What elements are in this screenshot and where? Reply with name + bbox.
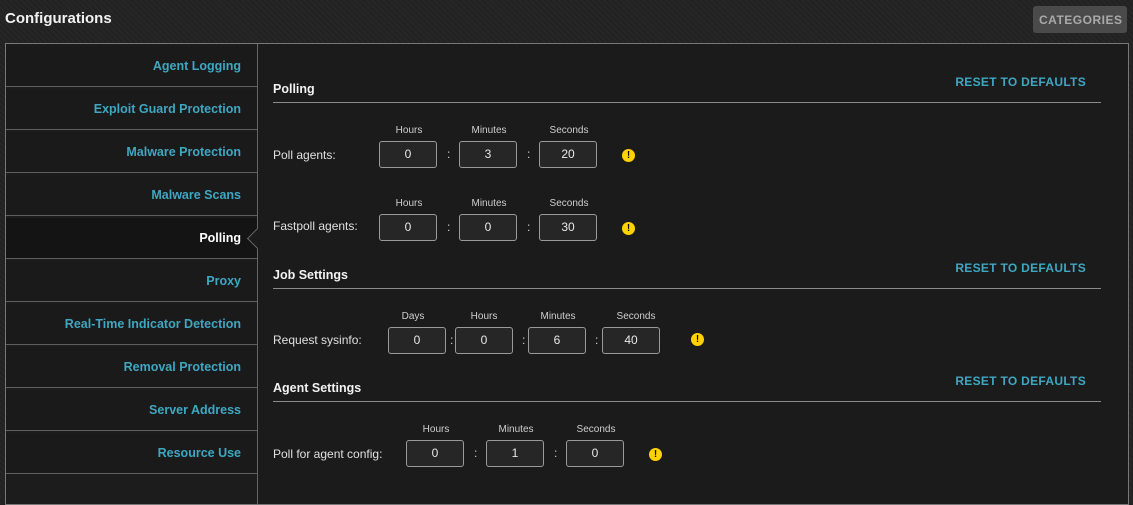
request-sysinfo-days-input[interactable]: 0 xyxy=(388,327,446,354)
minutes-label: Minutes xyxy=(471,198,507,209)
request-sysinfo-minutes-input[interactable]: 6 xyxy=(528,327,586,354)
section-divider xyxy=(273,288,1101,289)
minutes-label: Minutes xyxy=(471,125,507,136)
categories-button[interactable]: CATEGORIES xyxy=(1033,6,1127,33)
seconds-label: Seconds xyxy=(549,198,589,209)
sidebar-item-removal-protection[interactable]: Removal Protection xyxy=(6,347,257,388)
colon-separator: : xyxy=(447,220,451,234)
sidebar-item-exploit-guard-protection[interactable]: Exploit Guard Protection xyxy=(6,89,257,130)
sidebar-item-proxy[interactable]: Proxy xyxy=(6,261,257,302)
section-divider xyxy=(273,102,1101,103)
colon-separator: : xyxy=(450,333,454,347)
colon-separator: : xyxy=(595,333,599,347)
settings-content: Polling RESET TO DEFAULTS Hours Minutes … xyxy=(258,44,1128,504)
seconds-label: Seconds xyxy=(576,424,616,435)
sidebar-item-polling[interactable]: Polling xyxy=(6,218,257,259)
poll-agents-minutes-input[interactable]: 3 xyxy=(459,141,517,168)
section-title-agent-settings: Agent Settings xyxy=(273,381,362,395)
polling-reset-button[interactable]: RESET TO DEFAULTS xyxy=(955,75,1086,89)
sidebar-item-real-time-indicator-detection[interactable]: Real-Time Indicator Detection xyxy=(6,304,257,345)
request-sysinfo-seconds-input[interactable]: 40 xyxy=(602,327,660,354)
hours-label: Hours xyxy=(395,125,423,136)
job-settings-reset-button[interactable]: RESET TO DEFAULTS xyxy=(955,261,1086,275)
colon-separator: : xyxy=(527,220,531,234)
colon-separator: : xyxy=(474,446,478,460)
page-title: Configurations xyxy=(5,10,112,27)
sidebar-item-resource-use[interactable]: Resource Use xyxy=(6,433,257,474)
fastpoll-agents-seconds-input[interactable]: 30 xyxy=(539,214,597,241)
poll-agent-config-minutes-input[interactable]: 1 xyxy=(486,440,544,467)
section-title-job-settings: Job Settings xyxy=(273,268,349,282)
fastpoll-agents-hours-input[interactable]: 0 xyxy=(379,214,437,241)
minutes-label: Minutes xyxy=(540,311,576,322)
fastpoll-agents-minutes-input[interactable]: 0 xyxy=(459,214,517,241)
hours-label: Hours xyxy=(422,424,450,435)
colon-separator: : xyxy=(554,446,558,460)
poll-agents-hours-input[interactable]: 0 xyxy=(379,141,437,168)
sidebar-item-agent-logging[interactable]: Agent Logging xyxy=(6,46,257,87)
hours-label: Hours xyxy=(470,311,498,322)
sidebar-item-malware-scans[interactable]: Malware Scans xyxy=(6,175,257,216)
warning-icon[interactable]: ! xyxy=(691,333,704,346)
seconds-label: Seconds xyxy=(616,311,656,322)
poll-agents-label: Poll agents: xyxy=(273,148,336,162)
fastpoll-agents-label: Fastpoll agents: xyxy=(273,219,358,233)
section-title-polling: Polling xyxy=(273,82,315,96)
section-divider xyxy=(273,401,1101,402)
colon-separator: : xyxy=(527,147,531,161)
agent-settings-reset-button[interactable]: RESET TO DEFAULTS xyxy=(955,374,1086,388)
poll-agents-seconds-input[interactable]: 20 xyxy=(539,141,597,168)
warning-icon[interactable]: ! xyxy=(649,448,662,461)
minutes-label: Minutes xyxy=(498,424,534,435)
request-sysinfo-label: Request sysinfo: xyxy=(273,333,362,347)
sidebar: Agent Logging Exploit Guard Protection M… xyxy=(6,44,258,504)
colon-separator: : xyxy=(447,147,451,161)
configurations-panel: Agent Logging Exploit Guard Protection M… xyxy=(5,43,1129,505)
colon-separator: : xyxy=(522,333,526,347)
sidebar-item-malware-protection[interactable]: Malware Protection xyxy=(6,132,257,173)
request-sysinfo-hours-input[interactable]: 0 xyxy=(455,327,513,354)
seconds-label: Seconds xyxy=(549,125,589,136)
poll-agent-config-hours-input[interactable]: 0 xyxy=(406,440,464,467)
sidebar-item-server-address[interactable]: Server Address xyxy=(6,390,257,431)
warning-icon[interactable]: ! xyxy=(622,149,635,162)
poll-agent-config-label: Poll for agent config: xyxy=(273,447,383,461)
warning-icon[interactable]: ! xyxy=(622,222,635,235)
poll-agent-config-seconds-input[interactable]: 0 xyxy=(566,440,624,467)
days-label: Days xyxy=(401,311,425,322)
hours-label: Hours xyxy=(395,198,423,209)
